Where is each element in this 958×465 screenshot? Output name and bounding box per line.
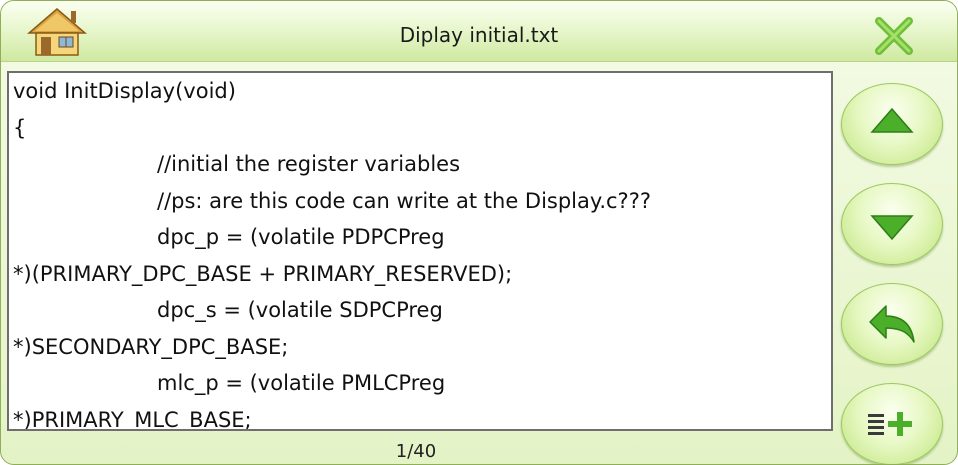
text-line: { (13, 115, 27, 140)
list-add-icon (868, 412, 912, 436)
title-bar: Diplay initial.txt (1, 1, 957, 62)
triangle-down-icon (870, 215, 914, 241)
text-line: dpc_p = (volatile PDPCPreg (157, 225, 445, 249)
text-line: //initial the register variables (157, 152, 461, 176)
text-line: //ps: are this code can write at the Dis… (157, 188, 651, 213)
text-line: *)(PRIMARY_DPC_BASE + PRIMARY_RESERVED); (13, 261, 513, 286)
scroll-up-button[interactable] (841, 83, 943, 165)
window-title: Diplay initial.txt (399, 23, 559, 47)
scroll-down-button[interactable] (841, 183, 943, 265)
text-line: *)PRIMARY_MLC_BASE; (13, 407, 252, 431)
page-indicator: 1/40 (395, 441, 437, 462)
triangle-up-icon (870, 107, 914, 133)
text-line: mlc_p = (volatile PMLCPreg (157, 371, 446, 395)
text-line: dpc_s = (volatile SDPCPreg (157, 298, 443, 322)
text-content-panel[interactable]: void InitDisplay(void) { //initial the r… (7, 71, 833, 431)
back-arrow-icon (869, 305, 915, 343)
add-to-list-button[interactable] (841, 383, 943, 464)
back-button[interactable] (841, 283, 943, 365)
close-button[interactable] (871, 13, 917, 59)
text-line: void InitDisplay(void) (13, 79, 236, 103)
close-icon (875, 17, 913, 55)
viewer-window: Diplay initial.txt void InitDisplay(void… (0, 0, 958, 465)
text-line: *)SECONDARY_DPC_BASE; (13, 334, 289, 359)
